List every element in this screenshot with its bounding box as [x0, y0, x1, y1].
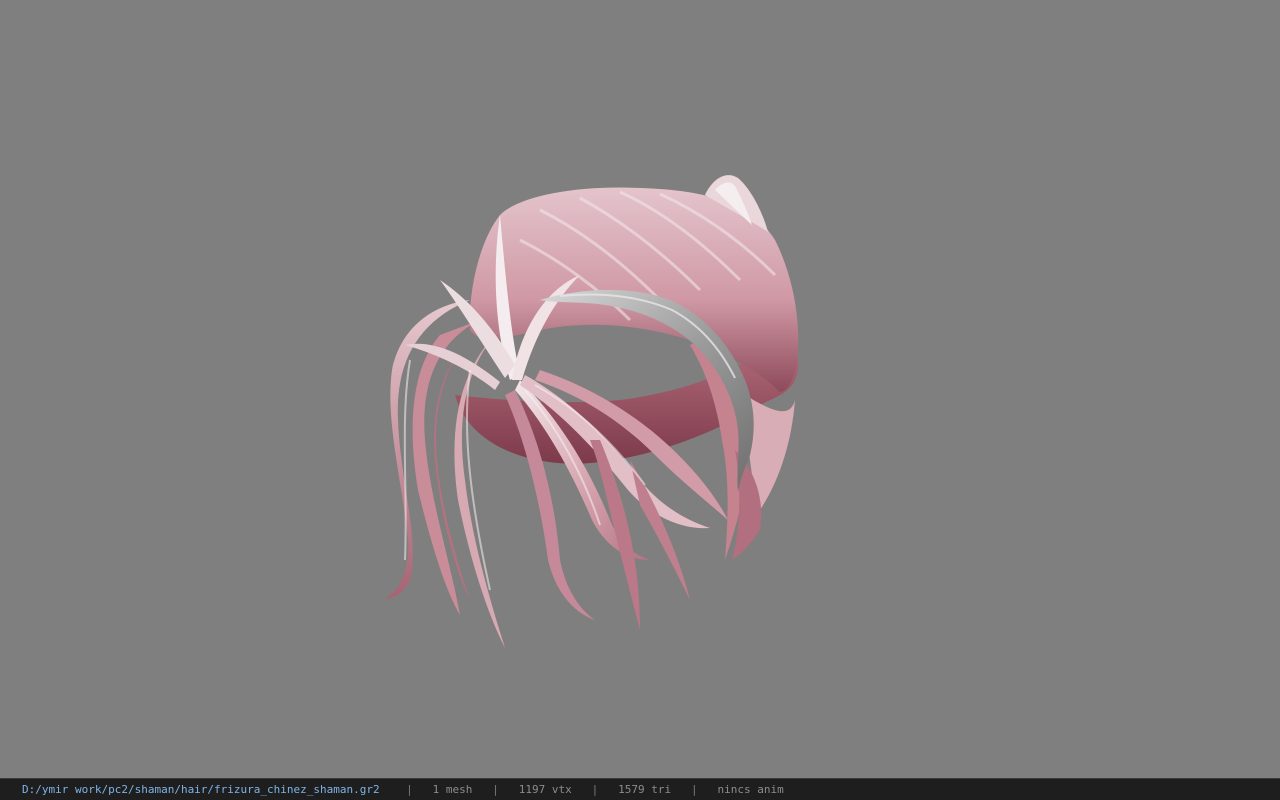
hair-mesh-model — [386, 175, 799, 648]
3d-viewport[interactable] — [0, 0, 1280, 778]
separator: | — [690, 783, 698, 796]
file-path: D:/ymir work/pc2/shaman/hair/frizura_chi… — [22, 783, 380, 796]
vertex-count: 1197 vtx — [518, 783, 572, 796]
status-bar: D:/ymir work/pc2/shaman/hair/frizura_chi… — [0, 778, 1280, 800]
triangle-count: 1579 tri — [618, 783, 672, 796]
separator: | — [406, 783, 413, 796]
separator: | — [492, 783, 499, 796]
mesh-count: 1 mesh — [432, 783, 473, 796]
animation-status: nincs anim — [717, 783, 784, 796]
